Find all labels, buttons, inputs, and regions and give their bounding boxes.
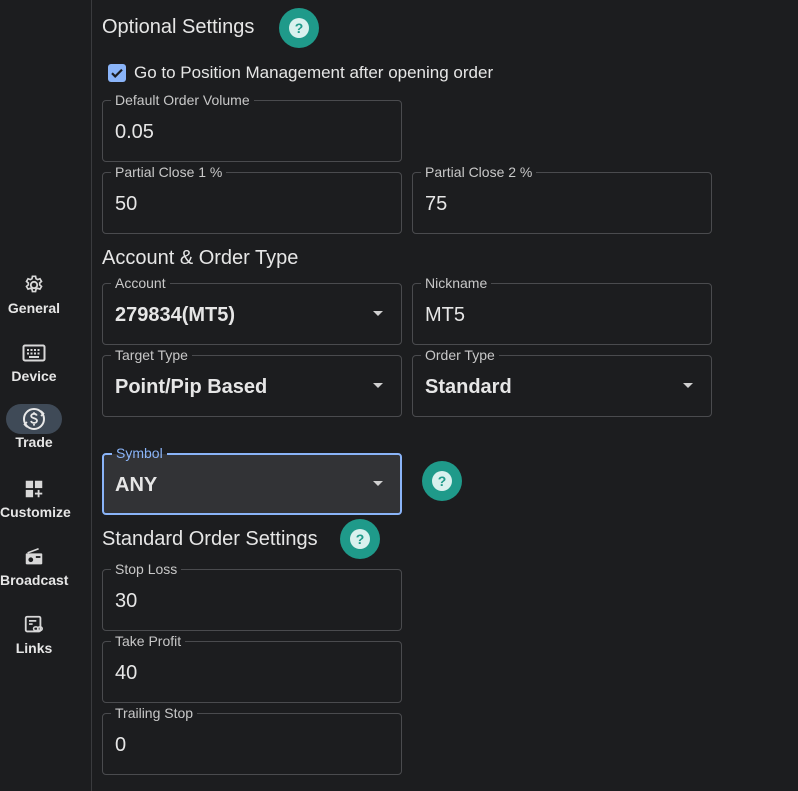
app-window: General Device Trade Customize Broadcast [0, 0, 798, 791]
checkmark-icon [111, 68, 123, 78]
sidebar-item-links[interactable]: Links [0, 610, 68, 656]
sidebar-item-customize[interactable]: Customize [0, 474, 71, 520]
field-label: Symbol [112, 445, 167, 461]
sidebar-item-broadcast[interactable]: Broadcast [0, 542, 68, 588]
gear-icon [6, 270, 62, 300]
sidebar-item-label: Links [15, 640, 53, 656]
order-type-select[interactable]: Order Type Standard [412, 347, 712, 417]
radio-icon [6, 542, 62, 572]
standard-order-settings-title: Standard Order Settings [102, 528, 318, 550]
chevron-down-icon [373, 383, 383, 388]
sidebar-item-device[interactable]: Device [0, 338, 68, 384]
field-label: Account [111, 275, 170, 291]
position-management-checkbox-row[interactable]: Go to Position Management after opening … [108, 63, 493, 83]
trade-exchange-icon [6, 404, 62, 434]
stop-loss-field[interactable]: Stop Loss 30 [102, 561, 402, 631]
field-label: Nickname [421, 275, 492, 291]
field-label: Trailing Stop [111, 705, 198, 721]
field-label: Partial Close 2 % [421, 164, 537, 180]
default-order-volume-field[interactable]: Default Order Volume 0.05 [102, 92, 402, 162]
sidebar-item-label: Broadcast [0, 572, 69, 588]
field-value: 0 [115, 734, 127, 756]
chevron-down-icon [373, 481, 383, 486]
field-value: ANY [115, 474, 158, 496]
sidebar-item-label: Device [11, 368, 57, 384]
symbol-help-button[interactable]: ? [422, 461, 462, 501]
help-icon: ? [350, 529, 370, 549]
field-label: Partial Close 1 % [111, 164, 227, 180]
trade-settings-panel: Optional Settings ? Go to Position Manag… [102, 0, 798, 791]
field-value: MT5 [425, 304, 465, 326]
field-label: Target Type [111, 347, 192, 363]
standard-order-settings-help-button[interactable]: ? [340, 519, 380, 559]
sidebar-item-trade[interactable]: Trade [0, 404, 68, 450]
field-label: Order Type [421, 347, 499, 363]
trailing-stop-field[interactable]: Trailing Stop 0 [102, 705, 402, 775]
partial-close-2-field[interactable]: Partial Close 2 % 75 [412, 164, 712, 234]
take-profit-field[interactable]: Take Profit 40 [102, 633, 402, 703]
position-management-checkbox-label: Go to Position Management after opening … [134, 63, 494, 82]
sidebar-item-label: General [7, 300, 61, 316]
position-management-checkbox[interactable] [108, 64, 126, 82]
symbol-select[interactable]: Symbol ANY [102, 445, 402, 515]
field-label: Default Order Volume [111, 92, 254, 108]
chevron-down-icon [683, 383, 693, 388]
field-value: 30 [115, 590, 138, 612]
partial-close-1-field[interactable]: Partial Close 1 % 50 [102, 164, 402, 234]
field-value: 0.05 [115, 121, 154, 143]
account-order-type-title: Account & Order Type [102, 247, 299, 269]
chevron-down-icon [373, 311, 383, 316]
sidebar-item-general[interactable]: General [0, 270, 68, 316]
link-list-icon [6, 610, 62, 640]
widgets-add-icon [6, 474, 62, 504]
optional-settings-title: Optional Settings [102, 16, 255, 38]
keyboard-icon [6, 338, 62, 368]
field-value: 50 [115, 193, 138, 215]
field-value: 75 [425, 193, 448, 215]
field-label: Take Profit [111, 633, 186, 649]
help-icon: ? [289, 18, 309, 38]
sidebar-item-label: Customize [0, 504, 71, 520]
field-value: 40 [115, 662, 138, 684]
field-value: 279834(MT5) [115, 304, 236, 326]
sidebar: General Device Trade Customize Broadcast [0, 0, 92, 791]
field-value: Point/Pip Based [115, 376, 268, 398]
nickname-field[interactable]: Nickname MT5 [412, 275, 712, 345]
account-select[interactable]: Account 279834(MT5) [102, 275, 402, 345]
target-type-select[interactable]: Target Type Point/Pip Based [102, 347, 402, 417]
sidebar-item-label: Trade [15, 434, 53, 450]
field-value: Standard [425, 376, 512, 398]
help-icon: ? [432, 471, 452, 491]
optional-settings-help-button[interactable]: ? [279, 8, 319, 48]
field-label: Stop Loss [111, 561, 182, 577]
